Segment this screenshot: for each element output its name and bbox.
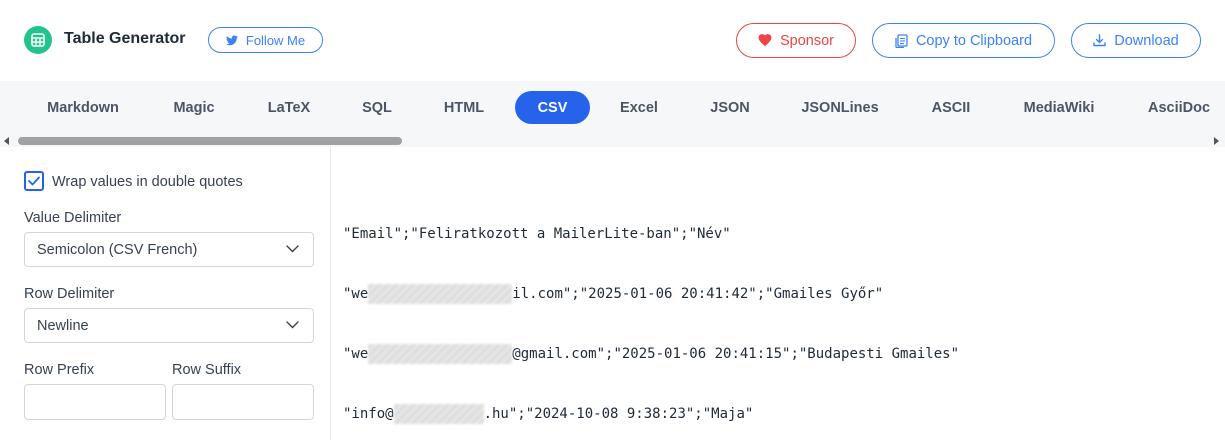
row-delimiter-select[interactable]: Newline xyxy=(24,308,314,343)
output-text: "we xyxy=(343,286,369,302)
heart-icon xyxy=(758,34,772,47)
app-title: Table Generator xyxy=(64,30,186,47)
output-text: .hu";"2024-10-08 9:38:23";"Maja" xyxy=(483,406,754,422)
download-icon xyxy=(1093,34,1106,47)
redacted-email-blur xyxy=(368,344,513,364)
copy-to-clipboard-button[interactable]: Copy to Clipboard xyxy=(872,23,1055,58)
scroll-right-arrow-icon[interactable] xyxy=(1214,137,1219,145)
chevron-down-icon xyxy=(286,321,299,329)
tab-asciidoc[interactable]: AsciiDoc xyxy=(1134,91,1225,124)
tab-magic[interactable]: Magic xyxy=(160,91,228,124)
row-delimiter-label: Row Delimiter xyxy=(24,286,115,302)
format-tabs-bar: Markdown Magic LaTeX SQL HTML CSV Excel … xyxy=(0,81,1225,147)
tab-sql[interactable]: SQL xyxy=(350,91,404,124)
row-suffix-label: Row Suffix xyxy=(172,362,242,378)
twitter-icon xyxy=(225,35,238,45)
output-text: il.com";"2025-01-06 20:41:42";"Gmailes G… xyxy=(512,286,884,302)
panel-divider xyxy=(330,147,331,440)
value-delimiter-label: Value Delimiter xyxy=(24,210,122,226)
download-button[interactable]: Download xyxy=(1071,23,1201,58)
redacted-email-blur xyxy=(368,284,513,304)
output-line: "we @gmail.com";"2025-01-06 20:41:15";"B… xyxy=(343,344,959,364)
app-header: Table Generator Follow Me Sponsor Copy t… xyxy=(0,0,1225,81)
output-line: "info@ .hu";"2024-10-08 9:38:23";"Maja" xyxy=(343,404,959,424)
row-prefix-input[interactable] xyxy=(24,384,166,420)
value-delimiter-value: Semicolon (CSV French) xyxy=(37,241,198,258)
row-delimiter-value: Newline xyxy=(37,317,89,334)
tab-markdown[interactable]: Markdown xyxy=(30,91,136,124)
table-logo-icon xyxy=(24,26,52,54)
follow-me-button[interactable]: Follow Me xyxy=(208,27,323,53)
checkmark-icon xyxy=(28,176,40,186)
csv-output[interactable]: "Email";"Feliratkozott a MailerLite-ban"… xyxy=(343,184,959,440)
tab-mediawiki[interactable]: MediaWiki xyxy=(1010,91,1108,124)
copy-to-clipboard-label: Copy to Clipboard xyxy=(915,32,1033,49)
scroll-left-arrow-icon[interactable] xyxy=(4,137,9,145)
clipboard-icon xyxy=(895,33,908,48)
output-text: "Email";"Feliratkozott a MailerLite-ban"… xyxy=(343,226,731,242)
value-delimiter-select[interactable]: Semicolon (CSV French) xyxy=(24,232,314,267)
output-line: "Email";"Feliratkozott a MailerLite-ban"… xyxy=(343,224,959,244)
tab-html[interactable]: HTML xyxy=(430,91,498,124)
wrap-quotes-label: Wrap values in double quotes xyxy=(52,174,243,190)
tab-ascii[interactable]: ASCII xyxy=(919,91,983,124)
tab-latex[interactable]: LaTeX xyxy=(254,91,324,124)
tab-excel[interactable]: Excel xyxy=(606,91,672,124)
output-text: @gmail.com";"2025-01-06 20:41:15";"Budap… xyxy=(512,346,960,362)
tab-jsonlines[interactable]: JSONLines xyxy=(790,91,890,124)
row-suffix-input[interactable] xyxy=(172,384,314,420)
tab-csv[interactable]: CSV xyxy=(515,91,590,124)
follow-me-label: Follow Me xyxy=(245,32,306,48)
output-line: "we il.com";"2025-01-06 20:41:42";"Gmail… xyxy=(343,284,959,304)
output-text: "we xyxy=(343,346,369,362)
redacted-email-blur xyxy=(393,404,484,424)
row-prefix-label: Row Prefix xyxy=(24,362,95,378)
output-text: "info@ xyxy=(343,406,394,422)
scrollbar-thumb[interactable] xyxy=(18,137,402,145)
download-label: Download xyxy=(1114,32,1179,49)
wrap-quotes-checkbox[interactable] xyxy=(24,171,44,191)
sponsor-button[interactable]: Sponsor xyxy=(736,23,856,58)
tabs-scrollbar[interactable] xyxy=(0,135,1225,147)
tab-json[interactable]: JSON xyxy=(697,91,763,124)
sponsor-label: Sponsor xyxy=(779,32,834,49)
chevron-down-icon xyxy=(286,245,299,253)
